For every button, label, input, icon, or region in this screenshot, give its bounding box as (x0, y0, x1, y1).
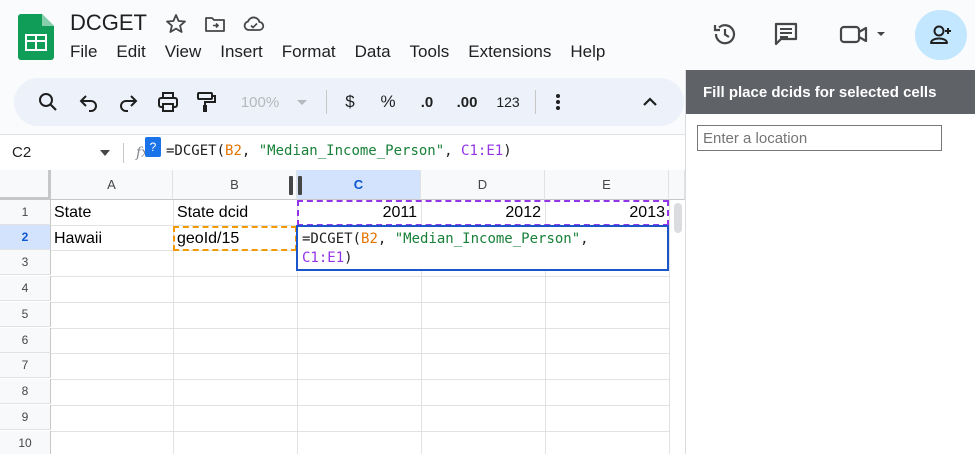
cell-b1[interactable]: State dcid (177, 204, 248, 222)
star-icon[interactable] (164, 12, 188, 36)
column-header-c[interactable]: C (297, 170, 421, 200)
undo-icon[interactable] (77, 90, 101, 114)
side-panel: Fill place dcids for selected cells (685, 70, 975, 454)
spreadsheet-app: DCGET File Edit View Insert Format Data … (0, 0, 975, 454)
move-folder-icon[interactable] (203, 12, 227, 36)
menu-data[interactable]: Data (355, 42, 391, 64)
menu-format[interactable]: Format (282, 42, 336, 64)
row-header-6[interactable]: 6 (0, 328, 51, 353)
increase-decimal-button[interactable]: .00 (452, 90, 482, 114)
grid-line (51, 405, 669, 406)
cloud-saved-icon[interactable] (242, 12, 266, 36)
formula-bar: C2 fx =DCGET(B2, "Median_Income_Person",… (0, 134, 685, 170)
search-menus-icon[interactable] (36, 90, 60, 114)
row-header-7[interactable]: 7 (0, 353, 51, 378)
row-header-1[interactable]: 1 (0, 200, 51, 225)
column-header-a[interactable]: A (51, 170, 173, 200)
formula-token: C1:E1 (461, 143, 504, 159)
range-reference-highlight (297, 200, 669, 226)
menu-file[interactable]: File (70, 42, 97, 64)
toolbar-divider (326, 90, 327, 114)
decrease-decimal-button[interactable]: .0 (414, 90, 440, 114)
cell-a2[interactable]: Hawaii (54, 230, 102, 248)
formula-token: , (444, 143, 462, 159)
collapse-toolbar-chevron-up-icon[interactable] (638, 90, 662, 114)
formula-token: , (241, 143, 259, 159)
row-header-2[interactable]: 2 (0, 225, 51, 250)
formula-token: ) (503, 143, 512, 159)
zoom-select[interactable]: 100% (236, 90, 284, 114)
row-header-8[interactable]: 8 (0, 379, 51, 404)
sheets-logo-icon[interactable] (18, 14, 54, 60)
redo-icon[interactable] (116, 90, 140, 114)
column-header-d[interactable]: D (421, 170, 545, 200)
share-button[interactable] (915, 10, 967, 60)
cell-a1[interactable]: State (54, 204, 91, 222)
grid-line (51, 276, 669, 277)
menu-view[interactable]: View (165, 42, 202, 64)
row-header-4[interactable]: 4 (0, 276, 51, 301)
number-format-button[interactable]: 123 (492, 90, 524, 114)
comments-icon[interactable] (772, 20, 800, 48)
select-all-corner[interactable] (0, 170, 51, 200)
spreadsheet-grid: A B C D E 1 2 3 4 5 6 7 8 9 10 State Sta… (0, 170, 685, 454)
menu-help[interactable]: Help (570, 42, 605, 64)
row-header-10[interactable]: 10 (0, 431, 51, 454)
menu-tools[interactable]: Tools (410, 42, 450, 64)
row-header-5[interactable]: 5 (0, 302, 51, 327)
version-history-icon[interactable] (711, 20, 739, 48)
formula-token: "Median_Income_Person" (258, 143, 445, 159)
column-header-b[interactable]: B (173, 170, 297, 200)
formula-token: =DCGET( (166, 143, 226, 159)
side-panel-title: Fill place dcids for selected cells (686, 70, 975, 114)
scrollbar-thumb[interactable] (674, 203, 682, 233)
row-header-9[interactable]: 9 (0, 405, 51, 430)
menu-edit[interactable]: Edit (116, 42, 145, 64)
grid-line (51, 302, 669, 303)
document-title[interactable]: DCGET (70, 10, 147, 36)
formula-bar-divider (123, 143, 124, 163)
menu-insert[interactable]: Insert (220, 42, 263, 64)
cell-editor-c2[interactable]: =DCGET(B2, "Median_Income_Person", C1:E1… (296, 225, 669, 271)
formula-input[interactable]: =DCGET(B2, "Median_Income_Person", C1:E1… (166, 143, 512, 159)
column-resize-handle[interactable] (298, 176, 302, 195)
grid-line (51, 353, 669, 354)
meet-camera-icon[interactable] (838, 20, 890, 48)
toolbar-divider (535, 90, 536, 114)
menu-extensions[interactable]: Extensions (468, 42, 551, 64)
print-icon[interactable] (156, 90, 180, 114)
add-person-icon (930, 25, 951, 44)
formula-help-badge[interactable]: ? (145, 137, 161, 157)
name-box[interactable]: C2 (12, 144, 31, 161)
percent-format-button[interactable]: % (378, 90, 398, 114)
cell-reference-highlight (173, 226, 297, 251)
location-search-input[interactable] (697, 125, 942, 151)
row-header-3[interactable]: 3 (0, 250, 51, 275)
currency-format-button[interactable]: $ (340, 90, 360, 114)
toolbar: 100% $ % .0 .00 123 (14, 78, 684, 126)
column-header-e[interactable]: E (545, 170, 669, 200)
column-header-spacer (669, 170, 685, 200)
more-options-icon[interactable] (548, 90, 568, 114)
menu-bar: File Edit View Insert Format Data Tools … (70, 42, 624, 64)
paint-format-icon[interactable] (194, 90, 218, 114)
vertical-scrollbar[interactable] (669, 200, 685, 454)
grid-line (51, 431, 669, 432)
column-resize-handle[interactable] (289, 176, 293, 195)
zoom-chevron-down-icon[interactable] (296, 90, 308, 114)
grid-line (51, 328, 669, 329)
name-box-chevron-down-icon[interactable] (99, 148, 111, 158)
grid-line (51, 379, 669, 380)
formula-token: B2 (225, 143, 242, 159)
